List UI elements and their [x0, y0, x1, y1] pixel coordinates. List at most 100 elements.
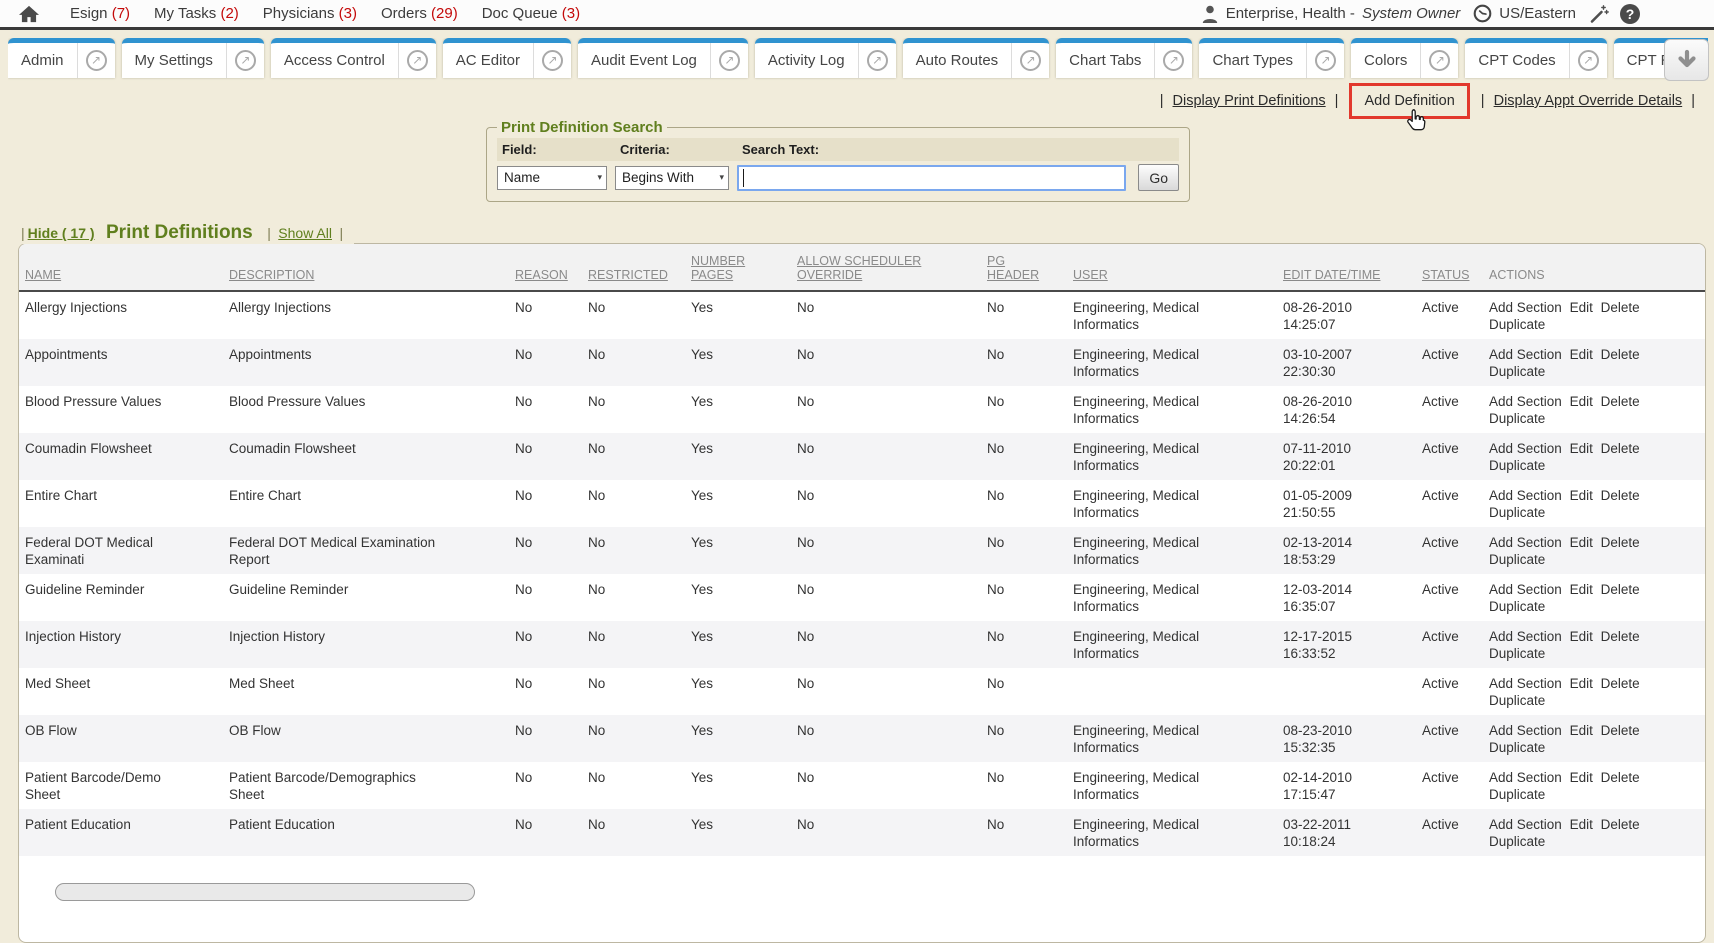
- action-edit[interactable]: Edit: [1570, 347, 1593, 362]
- go-button[interactable]: Go: [1138, 164, 1179, 191]
- external-link-icon[interactable]: ↗: [1315, 50, 1336, 71]
- action-edit[interactable]: Edit: [1570, 300, 1593, 315]
- action-edit[interactable]: Edit: [1570, 488, 1593, 503]
- nav-item-my-tasks[interactable]: My Tasks (2): [154, 5, 239, 22]
- horizontal-scrollbar-thumb[interactable]: [55, 883, 475, 901]
- column-header-user[interactable]: USER: [1067, 244, 1277, 291]
- action-duplicate[interactable]: Duplicate: [1489, 364, 1545, 379]
- external-link-icon[interactable]: ↗: [407, 50, 428, 71]
- action-delete[interactable]: Delete: [1601, 817, 1640, 832]
- tab-audit-event-log[interactable]: Audit Event Log↗: [578, 38, 748, 78]
- action-add-section[interactable]: Add Section: [1489, 347, 1562, 362]
- action-duplicate[interactable]: Duplicate: [1489, 458, 1545, 473]
- action-delete[interactable]: Delete: [1601, 441, 1640, 456]
- action-delete[interactable]: Delete: [1601, 300, 1640, 315]
- action-delete[interactable]: Delete: [1601, 676, 1640, 691]
- action-duplicate[interactable]: Duplicate: [1489, 834, 1545, 849]
- nav-item-orders[interactable]: Orders (29): [381, 5, 458, 22]
- action-edit[interactable]: Edit: [1570, 817, 1593, 832]
- action-delete[interactable]: Delete: [1601, 488, 1640, 503]
- tab-cpt-codes[interactable]: CPT Codes↗: [1465, 38, 1606, 78]
- action-duplicate[interactable]: Duplicate: [1489, 317, 1545, 332]
- column-header-allow-scheduler-override[interactable]: ALLOW SCHEDULER OVERRIDE: [791, 244, 981, 291]
- external-link-icon[interactable]: ↗: [1578, 50, 1599, 71]
- external-link-icon[interactable]: ↗: [867, 50, 888, 71]
- action-add-section[interactable]: Add Section: [1489, 723, 1562, 738]
- action-duplicate[interactable]: Duplicate: [1489, 411, 1545, 426]
- display-appt-override-link[interactable]: Display Appt Override Details: [1494, 93, 1683, 109]
- tab-chart-tabs[interactable]: Chart Tabs↗: [1056, 38, 1192, 78]
- action-delete[interactable]: Delete: [1601, 535, 1640, 550]
- column-header-edit-date-time[interactable]: EDIT DATE/TIME: [1277, 244, 1416, 291]
- action-add-section[interactable]: Add Section: [1489, 535, 1562, 550]
- action-delete[interactable]: Delete: [1601, 582, 1640, 597]
- wand-icon[interactable]: [1589, 4, 1609, 24]
- display-print-definitions-link[interactable]: Display Print Definitions: [1173, 93, 1326, 109]
- action-add-section[interactable]: Add Section: [1489, 394, 1562, 409]
- hide-link[interactable]: Hide ( 17 ): [28, 225, 95, 241]
- action-add-section[interactable]: Add Section: [1489, 629, 1562, 644]
- action-add-section[interactable]: Add Section: [1489, 300, 1562, 315]
- column-header-description[interactable]: DESCRIPTION: [223, 244, 509, 291]
- external-link-icon[interactable]: ↗: [719, 50, 740, 71]
- action-edit[interactable]: Edit: [1570, 441, 1593, 456]
- action-edit[interactable]: Edit: [1570, 582, 1593, 597]
- criteria-select[interactable]: Begins With ▾: [615, 166, 729, 190]
- tab-admin[interactable]: Admin↗: [8, 38, 115, 78]
- tab-ac-editor[interactable]: AC Editor↗: [443, 38, 571, 78]
- field-select[interactable]: Name ▾: [497, 166, 607, 190]
- column-header-status[interactable]: STATUS: [1416, 244, 1483, 291]
- external-link-icon[interactable]: ↗: [235, 50, 256, 71]
- action-delete[interactable]: Delete: [1601, 723, 1640, 738]
- action-duplicate[interactable]: Duplicate: [1489, 599, 1545, 614]
- external-link-icon[interactable]: ↗: [1429, 50, 1450, 71]
- nav-item-esign[interactable]: Esign (7): [70, 5, 130, 22]
- nav-item-doc-queue[interactable]: Doc Queue (3): [482, 5, 580, 22]
- action-delete[interactable]: Delete: [1601, 629, 1640, 644]
- column-header-reason[interactable]: REASON: [509, 244, 582, 291]
- column-header-number-pages[interactable]: NUMBER PAGES: [685, 244, 791, 291]
- tab-colors[interactable]: Colors↗: [1351, 38, 1458, 78]
- tab-my-settings[interactable]: My Settings↗: [122, 38, 264, 78]
- action-add-section[interactable]: Add Section: [1489, 817, 1562, 832]
- clock-icon[interactable]: [1473, 4, 1492, 23]
- action-edit[interactable]: Edit: [1570, 629, 1593, 644]
- external-link-icon[interactable]: ↗: [1163, 50, 1184, 71]
- action-add-section[interactable]: Add Section: [1489, 488, 1562, 503]
- action-duplicate[interactable]: Duplicate: [1489, 740, 1545, 755]
- action-delete[interactable]: Delete: [1601, 347, 1640, 362]
- nav-item-physicians[interactable]: Physicians (3): [263, 5, 357, 22]
- action-add-section[interactable]: Add Section: [1489, 582, 1562, 597]
- column-header-pg-header[interactable]: PG HEADER: [981, 244, 1067, 291]
- action-edit[interactable]: Edit: [1570, 676, 1593, 691]
- column-header-name[interactable]: NAME: [19, 244, 223, 291]
- action-duplicate[interactable]: Duplicate: [1489, 505, 1545, 520]
- action-add-section[interactable]: Add Section: [1489, 770, 1562, 785]
- tab-overflow-button[interactable]: [1664, 39, 1709, 81]
- home-button[interactable]: [18, 4, 40, 24]
- action-duplicate[interactable]: Duplicate: [1489, 693, 1545, 708]
- timezone-label[interactable]: US/Eastern: [1499, 5, 1576, 22]
- external-link-icon[interactable]: ↗: [1020, 50, 1041, 71]
- action-duplicate[interactable]: Duplicate: [1489, 646, 1545, 661]
- add-definition-link[interactable]: Add Definition: [1364, 93, 1454, 109]
- search-text-input[interactable]: [737, 165, 1126, 191]
- action-edit[interactable]: Edit: [1570, 394, 1593, 409]
- action-add-section[interactable]: Add Section: [1489, 676, 1562, 691]
- action-delete[interactable]: Delete: [1601, 770, 1640, 785]
- tab-chart-types[interactable]: Chart Types↗: [1199, 38, 1344, 78]
- tab-activity-log[interactable]: Activity Log↗: [755, 38, 896, 78]
- action-add-section[interactable]: Add Section: [1489, 441, 1562, 456]
- external-link-icon[interactable]: ↗: [86, 50, 107, 71]
- help-icon[interactable]: ?: [1620, 4, 1640, 24]
- action-edit[interactable]: Edit: [1570, 535, 1593, 550]
- external-link-icon[interactable]: ↗: [542, 50, 563, 71]
- action-delete[interactable]: Delete: [1601, 394, 1640, 409]
- show-all-link[interactable]: Show All: [278, 225, 332, 241]
- tab-auto-routes[interactable]: Auto Routes↗: [903, 38, 1050, 78]
- action-duplicate[interactable]: Duplicate: [1489, 552, 1545, 567]
- tab-access-control[interactable]: Access Control↗: [271, 38, 436, 78]
- action-duplicate[interactable]: Duplicate: [1489, 787, 1545, 802]
- action-edit[interactable]: Edit: [1570, 723, 1593, 738]
- action-edit[interactable]: Edit: [1570, 770, 1593, 785]
